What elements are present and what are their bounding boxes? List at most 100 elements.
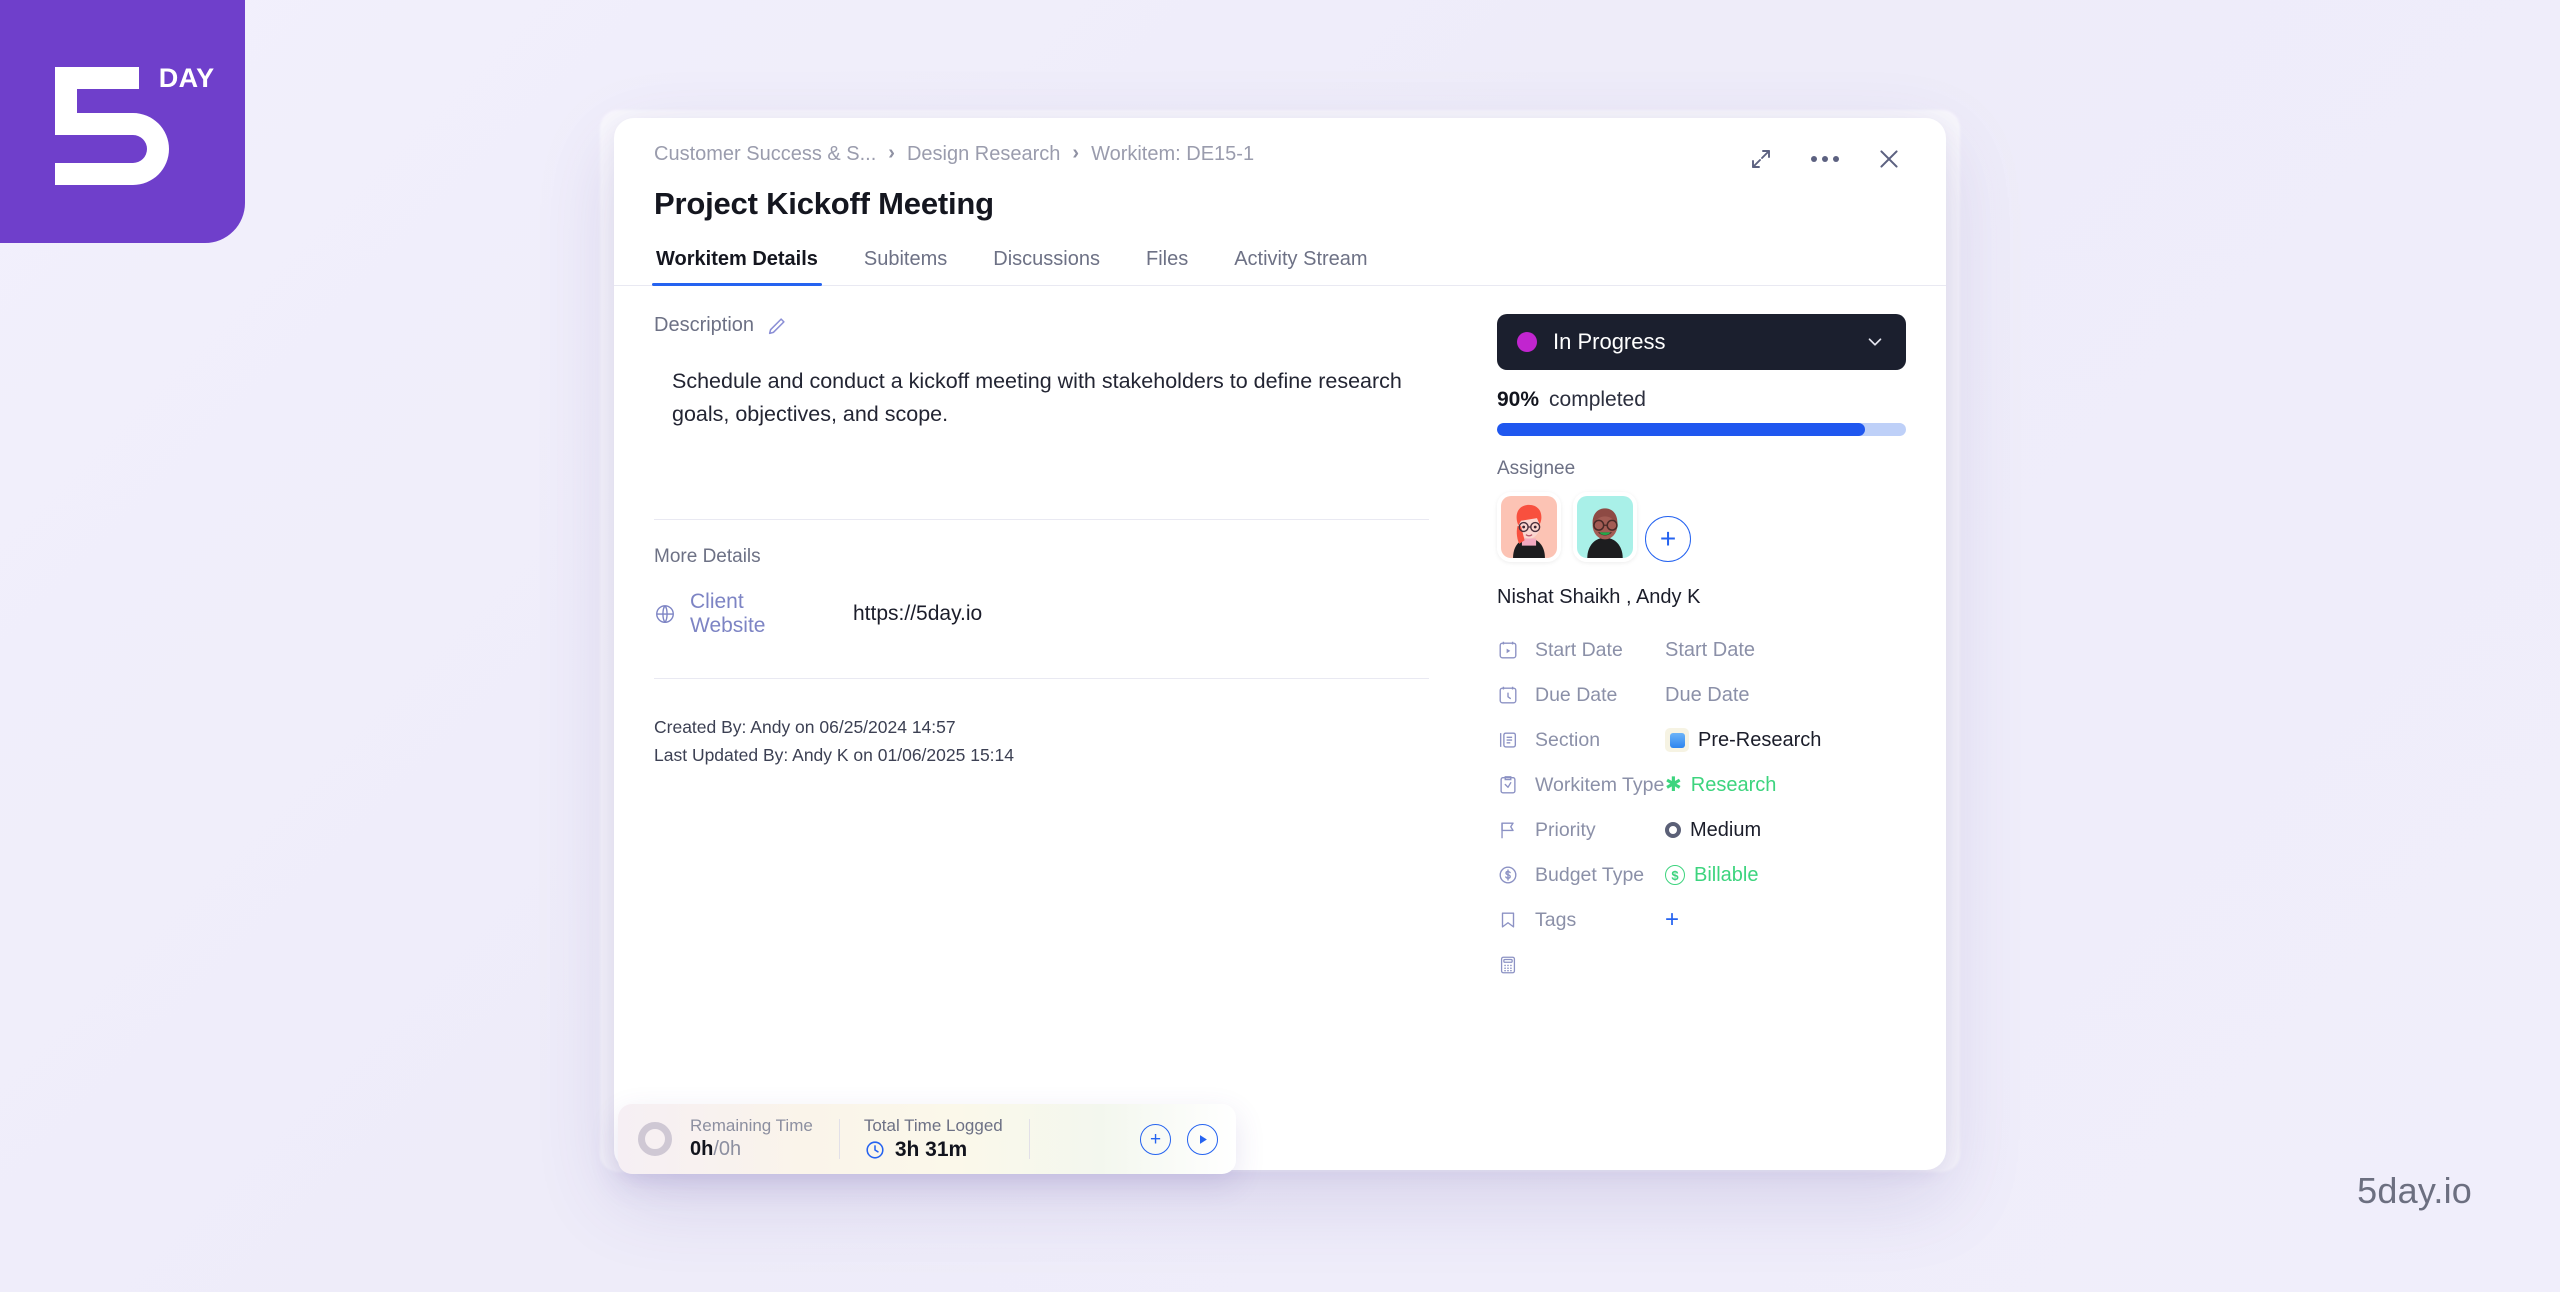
close-icon[interactable] bbox=[1872, 142, 1906, 176]
progress-word: completed bbox=[1549, 388, 1646, 411]
field-list: Start Date Start Date Due Date Due Date bbox=[1497, 633, 1906, 982]
expand-icon[interactable] bbox=[1744, 142, 1778, 176]
breadcrumb-separator-icon: › bbox=[888, 142, 895, 164]
remaining-time-total: /0h bbox=[713, 1138, 742, 1161]
more-details-label: More Details bbox=[654, 546, 761, 567]
budget-type-icon bbox=[1497, 864, 1523, 886]
audit-meta: Created By: Andy on 06/25/2024 14:57 Las… bbox=[654, 713, 1429, 770]
breadcrumb: Customer Success & S... › Design Researc… bbox=[654, 142, 1906, 164]
total-time-block: Total Time Logged 3h 31m bbox=[864, 1116, 1003, 1162]
brand-day-text: DAY bbox=[158, 62, 215, 93]
tab-subitems[interactable]: Subitems bbox=[862, 248, 949, 285]
tab-activity-stream[interactable]: Activity Stream bbox=[1232, 248, 1369, 285]
breadcrumb-item-board[interactable]: Design Research bbox=[907, 144, 1060, 164]
client-website-label[interactable]: Client Website bbox=[690, 590, 814, 638]
assignee-avatars: + bbox=[1497, 492, 1906, 576]
globe-icon bbox=[654, 603, 676, 625]
add-tag-button[interactable]: + bbox=[1665, 908, 1679, 932]
field-label: Tags bbox=[1535, 908, 1577, 931]
add-time-icon[interactable]: + bbox=[1140, 1123, 1171, 1155]
remaining-time-used: 0h bbox=[690, 1138, 714, 1161]
progress-bar bbox=[1497, 423, 1906, 436]
field-value-wrap[interactable]: $ Billable bbox=[1665, 864, 1758, 887]
field-value-wrap[interactable]: Pre-Research bbox=[1665, 728, 1821, 752]
field-row-start-date[interactable]: Start Date Start Date bbox=[1497, 633, 1906, 667]
field-row-section[interactable]: Section Pre-Research bbox=[1497, 723, 1906, 757]
breadcrumb-item-workitem[interactable]: Workitem: DE15-1 bbox=[1091, 144, 1254, 164]
field-label: Section bbox=[1535, 728, 1601, 751]
breadcrumb-item-project[interactable]: Customer Success & S... bbox=[654, 144, 876, 164]
time-tracker-bar: Remaining Time 0h/0h Total Time Logged 3… bbox=[618, 1104, 1236, 1174]
field-value: Billable bbox=[1694, 863, 1759, 886]
field-value-wrap[interactable]: + bbox=[1665, 908, 1679, 932]
remaining-time-label: Remaining Time bbox=[690, 1115, 813, 1135]
page-title: Project Kickoff Meeting bbox=[654, 186, 994, 221]
field-row-budget-type[interactable]: Budget Type $ Billable bbox=[1497, 858, 1906, 892]
field-row-workitem-type[interactable]: Workitem Type ✱ Research bbox=[1497, 768, 1906, 802]
details-right-column: In Progress 90% completed Assignee + Nis… bbox=[1469, 286, 1946, 993]
brand-logo-badge: DAY bbox=[0, 0, 245, 243]
description-header: Description bbox=[654, 314, 1429, 337]
five-day-logo-icon: DAY bbox=[47, 59, 214, 185]
description-label: Description bbox=[654, 314, 755, 336]
window-controls bbox=[1744, 142, 1906, 176]
total-time-value: 3h 31m bbox=[894, 1138, 968, 1162]
field-value[interactable]: Start Date bbox=[1665, 639, 1755, 662]
app-background: DAY 5day.io Customer Success & S... › De… bbox=[0, 0, 2560, 1292]
status-label: In Progress bbox=[1553, 329, 1666, 354]
avatar[interactable] bbox=[1497, 492, 1561, 562]
created-by-text: Created By: Andy on 06/25/2024 14:57 bbox=[654, 717, 956, 737]
start-date-icon bbox=[1497, 639, 1523, 661]
add-assignee-button[interactable]: + bbox=[1645, 516, 1691, 562]
site-watermark: 5day.io bbox=[2357, 1170, 2472, 1211]
field-row-tags[interactable]: Tags + bbox=[1497, 903, 1906, 937]
clock-icon bbox=[864, 1139, 886, 1161]
client-website-value[interactable]: https://5day.io bbox=[853, 602, 982, 625]
description-block: Description Schedule and conduct a kicko… bbox=[654, 314, 1429, 519]
section-emoji-icon bbox=[1665, 728, 1689, 752]
field-row-priority[interactable]: Priority Medium bbox=[1497, 813, 1906, 847]
modal-header: Customer Success & S... › Design Researc… bbox=[614, 118, 1946, 222]
priority-icon bbox=[1497, 819, 1523, 841]
status-dropdown[interactable]: In Progress bbox=[1497, 314, 1906, 370]
workitem-type-icon bbox=[1497, 774, 1523, 796]
tab-discussions[interactable]: Discussions bbox=[991, 248, 1102, 285]
field-value-wrap[interactable]: ✱ Research bbox=[1665, 774, 1776, 797]
assignee-label: Assignee bbox=[1497, 458, 1576, 479]
pencil-icon[interactable] bbox=[766, 315, 788, 337]
dollar-circle-icon: $ bbox=[1665, 865, 1685, 885]
field-row-calculator[interactable] bbox=[1497, 948, 1906, 982]
more-options-icon[interactable] bbox=[1808, 142, 1842, 176]
description-text: Schedule and conduct a kickoff meeting w… bbox=[672, 369, 1402, 426]
field-value: Medium bbox=[1690, 818, 1762, 841]
start-timer-icon[interactable] bbox=[1187, 1123, 1218, 1155]
field-row-due-date[interactable]: Due Date Due Date bbox=[1497, 678, 1906, 712]
field-label: Workitem Type bbox=[1535, 773, 1665, 796]
chevron-down-icon bbox=[1864, 331, 1886, 353]
workitem-detail-modal: Customer Success & S... › Design Researc… bbox=[614, 118, 1946, 1170]
details-left-column: Description Schedule and conduct a kicko… bbox=[614, 286, 1469, 993]
due-date-icon bbox=[1497, 684, 1523, 706]
field-value[interactable]: Due Date bbox=[1665, 684, 1750, 707]
remaining-time-value: 0h/0h bbox=[690, 1136, 813, 1162]
remaining-time-block: Remaining Time 0h/0h bbox=[690, 1116, 813, 1162]
remaining-time-ring-icon bbox=[638, 1122, 672, 1156]
progress-percent: 90% bbox=[1497, 388, 1540, 411]
total-time-label: Total Time Logged bbox=[863, 1115, 1003, 1135]
divider bbox=[838, 1119, 840, 1159]
tab-workitem-details[interactable]: Workitem Details bbox=[652, 248, 822, 286]
field-label: Budget Type bbox=[1535, 863, 1645, 886]
tab-files[interactable]: Files bbox=[1144, 248, 1190, 285]
client-website-row: Client Website https://5day.io bbox=[654, 590, 1429, 638]
status-color-dot bbox=[1517, 332, 1537, 352]
progress-caption: 90% completed bbox=[1497, 388, 1906, 412]
field-label: Start Date bbox=[1535, 638, 1623, 661]
field-value-wrap[interactable]: Medium bbox=[1665, 819, 1761, 842]
last-updated-by-text: Last Updated By: Andy K on 01/06/2025 15… bbox=[654, 745, 1014, 766]
avatar[interactable] bbox=[1573, 492, 1637, 562]
progress-bar-fill bbox=[1497, 423, 1866, 436]
modal-body: Description Schedule and conduct a kicko… bbox=[614, 286, 1946, 993]
divider bbox=[1028, 1119, 1030, 1159]
calculator-icon[interactable] bbox=[1497, 954, 1523, 976]
tab-bar: Workitem Details Subitems Discussions Fi… bbox=[614, 248, 1946, 286]
